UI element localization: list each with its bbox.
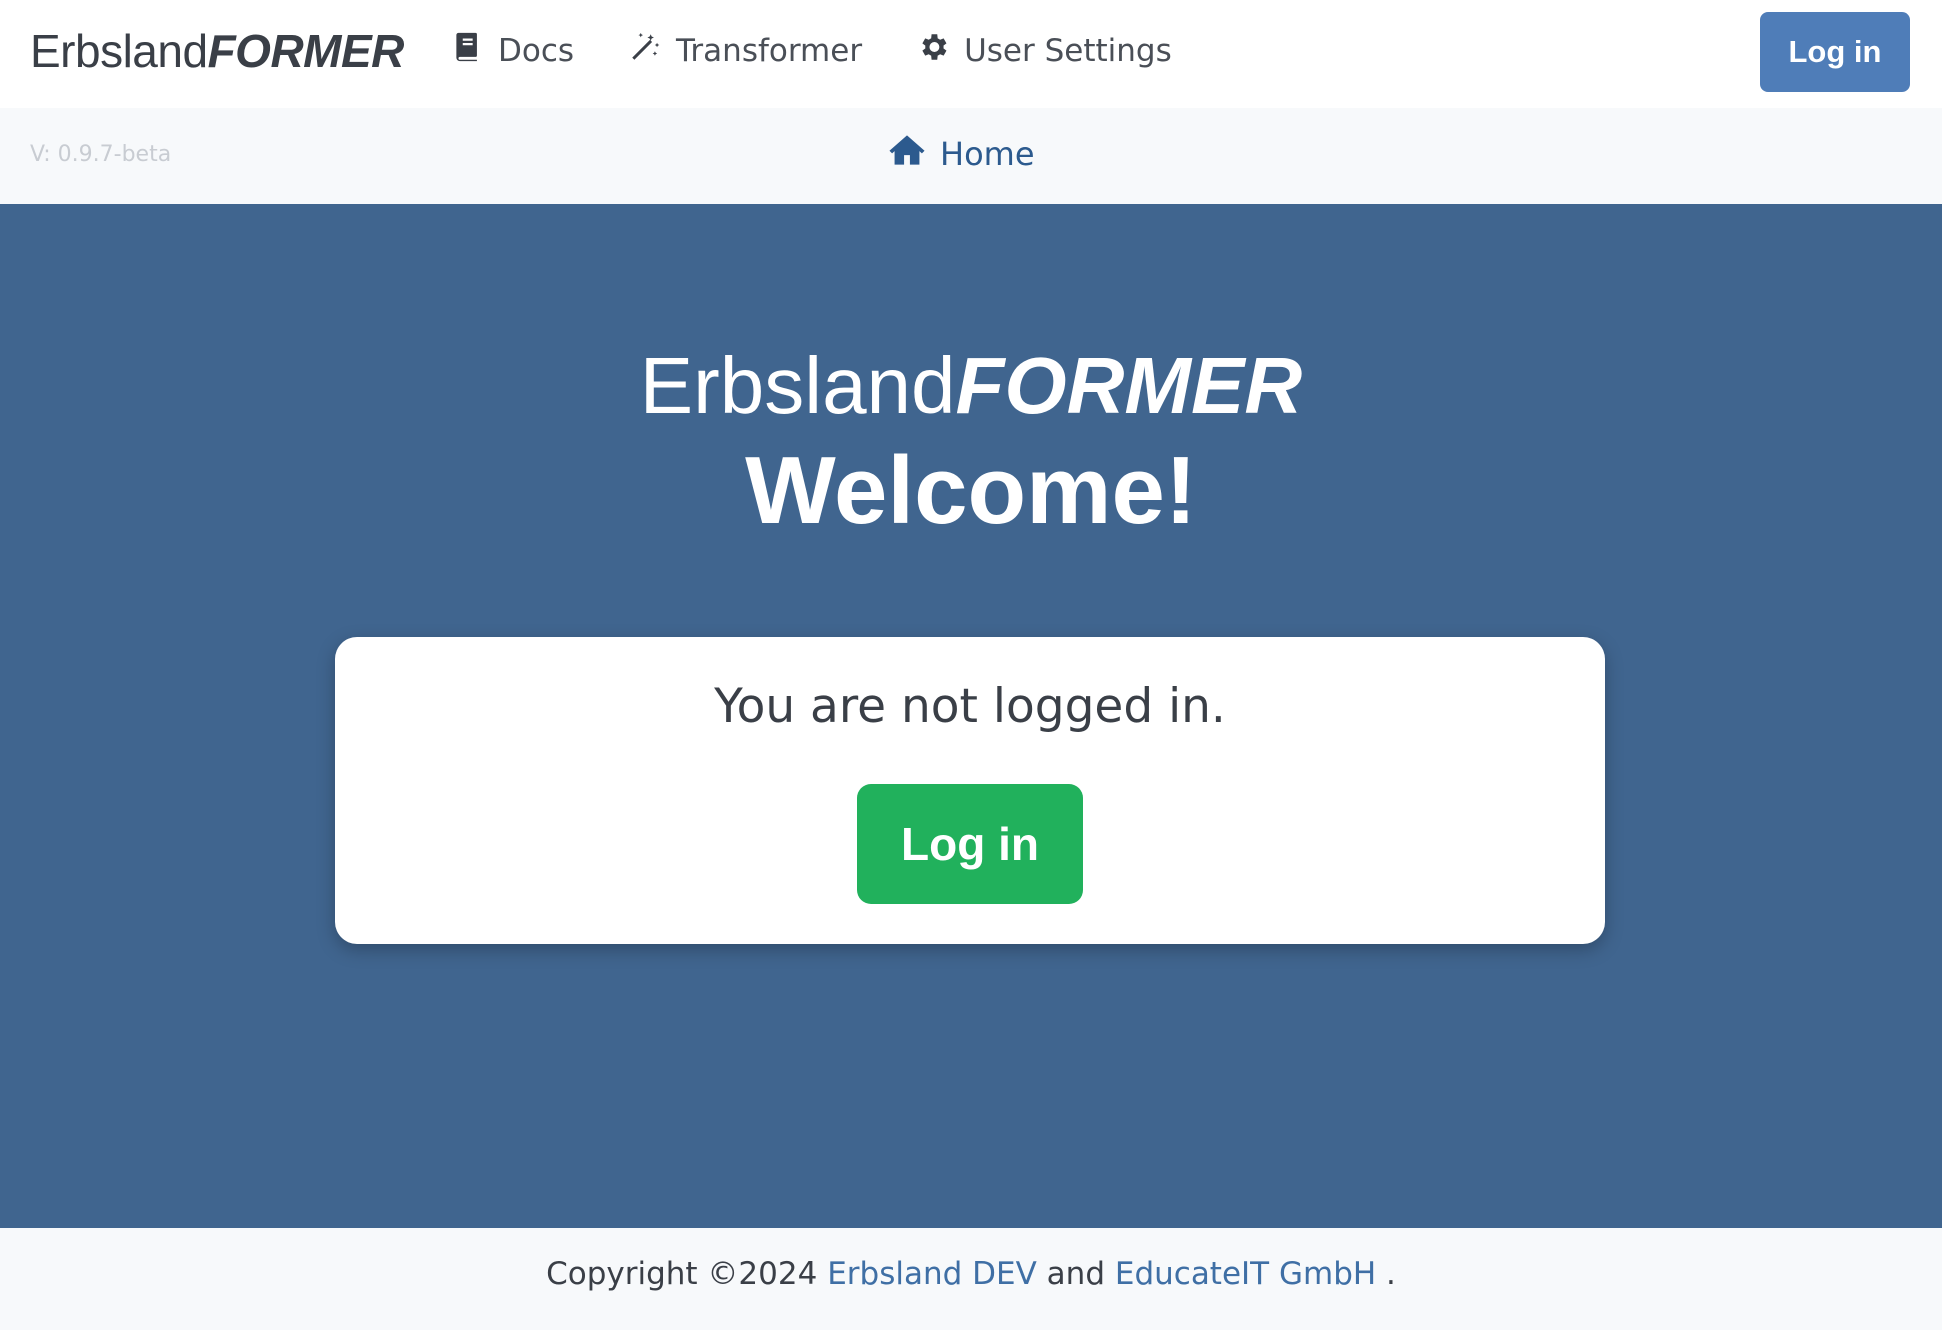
footer: Copyright ©2024 Erbsland DEV and Educate… xyxy=(0,1228,1942,1330)
nav-link-transformer[interactable]: Transformer xyxy=(628,30,862,72)
copyright-and: and xyxy=(1046,1256,1105,1292)
not-logged-in-message: You are not logged in. xyxy=(714,679,1226,734)
magic-wand-icon xyxy=(628,30,662,72)
brand-bold: FORMER xyxy=(207,25,405,77)
copyright-suffix: . xyxy=(1386,1256,1396,1292)
hero-brand-regular: Erbsland xyxy=(639,341,956,430)
login-button-main[interactable]: Log in xyxy=(857,784,1083,904)
copyright-prefix: Copyright ©2024 xyxy=(546,1256,818,1292)
hero-brand-title: ErbslandFORMER xyxy=(0,340,1942,432)
login-card: You are not logged in. Log in xyxy=(335,637,1605,944)
breadcrumb-home[interactable]: Home xyxy=(888,132,1035,176)
nav-link-user-settings[interactable]: User Settings xyxy=(916,30,1172,72)
nav-link-label: Docs xyxy=(498,33,575,69)
hero-brand-bold: FORMER xyxy=(955,341,1303,430)
welcome-heading: Welcome! xyxy=(745,437,1197,544)
version-label: V: 0.9.7-beta xyxy=(30,142,172,167)
gear-icon xyxy=(916,30,950,72)
copyright-text: Copyright ©2024 Erbsland DEV and Educate… xyxy=(0,1256,1942,1292)
login-button-top[interactable]: Log in xyxy=(1760,12,1910,92)
nav-link-label: Transformer xyxy=(676,33,863,69)
nav-link-label: User Settings xyxy=(964,33,1172,69)
educateit-link[interactable]: EducateIT GmbH xyxy=(1115,1256,1376,1292)
page: Erbsland FORMER Docs Transformer User Set… xyxy=(0,0,1942,1330)
brand-regular: Erbsland xyxy=(30,25,208,77)
nav-link-docs[interactable]: Docs xyxy=(450,30,574,72)
book-icon xyxy=(450,30,484,72)
main-nav: Docs Transformer User Settings xyxy=(450,0,1226,102)
breadcrumb-home-label: Home xyxy=(940,135,1035,173)
home-icon xyxy=(888,132,926,176)
brand-logo[interactable]: Erbsland FORMER xyxy=(30,24,404,78)
erbsland-dev-link[interactable]: Erbsland DEV xyxy=(827,1256,1037,1292)
top-navbar: Erbsland FORMER Docs Transformer User Set… xyxy=(0,0,1942,108)
